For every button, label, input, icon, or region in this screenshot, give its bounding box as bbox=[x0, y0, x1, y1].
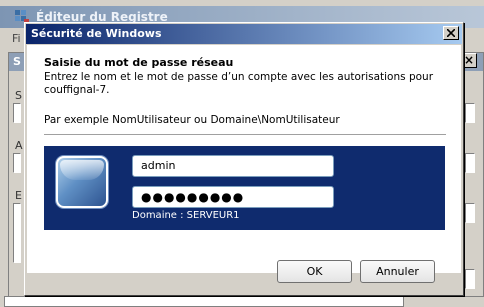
dialog-heading: Saisie du mot de passe réseau bbox=[44, 56, 234, 69]
registry-field-label-1: S bbox=[15, 89, 22, 102]
username-input[interactable]: admin bbox=[132, 155, 334, 177]
credential-tile: admin ●●●●●●●●● Domaine : SERVEUR1 bbox=[44, 146, 445, 230]
registry-statusbar bbox=[4, 296, 404, 307]
user-tile-gloss bbox=[60, 160, 104, 180]
registry-field-label-2: A bbox=[15, 139, 23, 152]
registry-field-right-2[interactable] bbox=[465, 153, 475, 173]
registry-field-label-3: E bbox=[15, 189, 22, 202]
registry-field-right-1[interactable] bbox=[465, 103, 475, 123]
cancel-button[interactable]: Annuler bbox=[360, 260, 435, 283]
menu-file[interactable]: Fi bbox=[12, 32, 21, 45]
registry-field-right-4[interactable] bbox=[465, 269, 475, 289]
dialog-description: Entrez le nom et le mot de passe d’un co… bbox=[44, 71, 434, 96]
registry-field-3[interactable] bbox=[13, 203, 21, 263]
registry-field-1[interactable] bbox=[13, 103, 21, 123]
dialog-separator bbox=[44, 134, 446, 135]
dialog-title: Sécurité de Windows bbox=[31, 27, 162, 40]
registry-field-right-3[interactable] bbox=[465, 203, 475, 223]
registry-subwindow-title: S bbox=[13, 55, 21, 68]
password-input[interactable]: ●●●●●●●●● bbox=[132, 186, 334, 208]
dialog-close-button[interactable] bbox=[443, 26, 459, 40]
close-icon bbox=[447, 29, 455, 37]
windows-security-dialog: Sécurité de Windows Saisie du mot de pas… bbox=[24, 22, 464, 296]
dialog-example-text: Par exemple NomUtilisateur ou Domaine\No… bbox=[44, 114, 340, 126]
user-tile-icon bbox=[56, 156, 108, 208]
domain-label: Domaine : SERVEUR1 bbox=[132, 210, 240, 221]
registry-field-2[interactable] bbox=[13, 153, 21, 173]
dialog-titlebar[interactable]: Sécurité de Windows bbox=[26, 24, 462, 44]
dialog-content: Saisie du mot de passe réseau Entrez le … bbox=[27, 45, 461, 273]
ok-button[interactable]: OK bbox=[277, 260, 352, 283]
